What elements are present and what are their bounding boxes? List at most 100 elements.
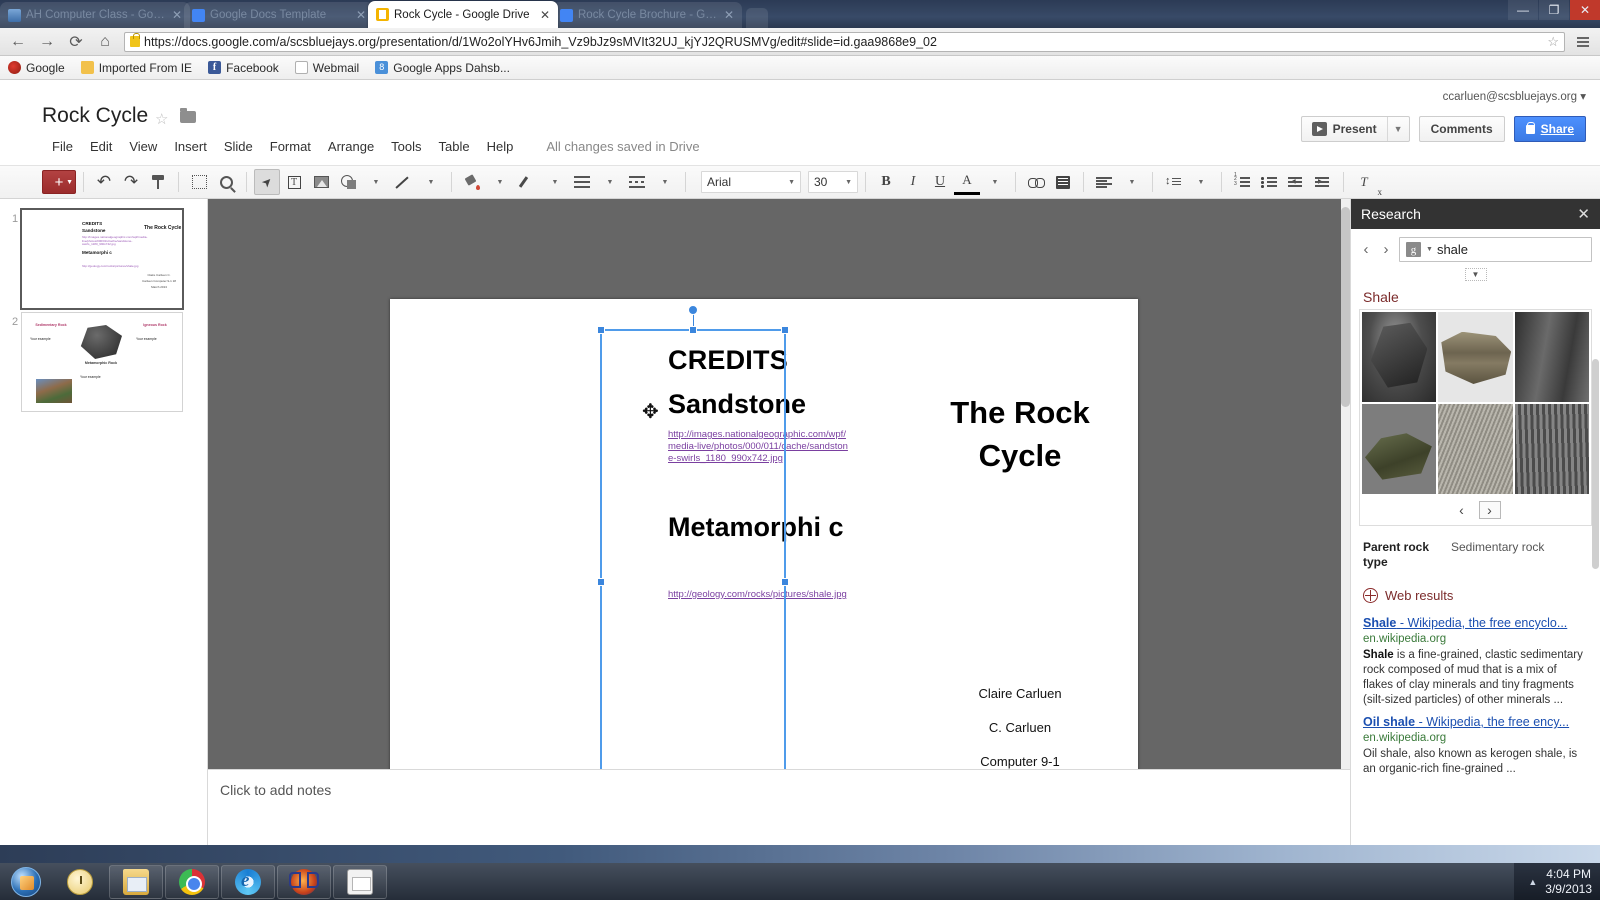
canvas-scrollbar-thumb[interactable] — [1341, 207, 1350, 407]
bulleted-list-icon[interactable] — [1256, 169, 1282, 195]
textcolor-chevron-down-icon[interactable]: ▼ — [982, 169, 1008, 195]
maximize-button[interactable]: ❐ — [1539, 0, 1569, 20]
comments-button[interactable]: Comments — [1419, 116, 1505, 142]
taskbar-item-chrome[interactable] — [165, 865, 219, 899]
close-icon[interactable]: ✕ — [724, 9, 734, 21]
new-tab-button[interactable] — [746, 8, 768, 28]
taskbar-item-media-player[interactable] — [277, 865, 331, 899]
align-icon[interactable] — [1091, 169, 1117, 195]
canvas-scrollbar[interactable] — [1341, 199, 1350, 845]
page-title[interactable]: Rock Cycle — [42, 104, 148, 128]
text-box-icon[interactable]: T — [281, 169, 307, 195]
filmstrip-row-2[interactable]: 2 Sedimentary Rock Your example Metamorp… — [0, 308, 207, 411]
menu-help[interactable]: Help — [479, 136, 522, 157]
menu-edit[interactable]: Edit — [82, 136, 120, 157]
research-image-thumbnail[interactable] — [1515, 404, 1589, 494]
minimize-button[interactable]: — — [1508, 0, 1538, 20]
new-slide-button[interactable]: +▼ — [42, 170, 76, 194]
resize-handle-top-right[interactable] — [781, 326, 789, 334]
fill-color-icon[interactable] — [459, 169, 485, 195]
align-chevron-down-icon[interactable]: ▼ — [1119, 169, 1145, 195]
line-dash-icon[interactable] — [624, 169, 650, 195]
home-icon[interactable]: ⌂ — [95, 32, 115, 52]
menu-tools[interactable]: Tools — [383, 136, 429, 157]
taskbar-item-internet-explorer[interactable] — [221, 865, 275, 899]
bookmark-google[interactable]: Google — [8, 61, 65, 75]
zoom-icon[interactable] — [213, 169, 239, 195]
chevron-down-icon[interactable]: ▼ — [1387, 117, 1409, 141]
redo-icon[interactable] — [118, 169, 144, 195]
taskbar-item-clock-gadget[interactable] — [53, 865, 107, 899]
menu-format[interactable]: Format — [262, 136, 319, 157]
start-button[interactable] — [0, 863, 52, 900]
dash-chevron-down-icon[interactable]: ▼ — [652, 169, 678, 195]
web-result-item[interactable]: Oil shale - Wikipedia, the free ency... … — [1351, 708, 1600, 777]
show-hidden-icons-icon[interactable]: ▲ — [1528, 877, 1537, 887]
menu-table[interactable]: Table — [431, 136, 478, 157]
select-arrow-icon[interactable] — [254, 169, 280, 195]
resize-handle-top-left[interactable] — [597, 326, 605, 334]
slide-thumbnail-2[interactable]: Sedimentary Rock Your example Metamorphi… — [22, 313, 182, 411]
images-prev-button[interactable]: ‹ — [1451, 501, 1473, 519]
research-image-thumbnail[interactable] — [1362, 404, 1436, 494]
taskbar-clock[interactable]: 4:04 PM 3/9/2013 — [1545, 867, 1592, 897]
taskbar-item-file-explorer[interactable] — [109, 865, 163, 899]
close-icon[interactable]: ✕ — [1577, 205, 1590, 223]
prev-arrow-icon[interactable]: ‹ — [1359, 241, 1373, 258]
speaker-notes-area[interactable]: Click to add notes — [208, 769, 1350, 845]
slide-canvas[interactable]: CREDITS Sandstone http://images.national… — [208, 199, 1350, 845]
decrease-indent-icon[interactable] — [1283, 169, 1309, 195]
insert-image-icon[interactable] — [308, 169, 334, 195]
chevron-down-icon[interactable]: ▼ — [1465, 268, 1487, 281]
bookmark-webmail[interactable]: Webmail — [295, 61, 359, 75]
underline-button[interactable]: U — [927, 169, 953, 195]
taskbar-item-folder-window[interactable] — [333, 865, 387, 899]
research-image-thumbnail[interactable] — [1438, 404, 1512, 494]
undo-icon[interactable] — [91, 169, 117, 195]
bookmark-imported-from-ie[interactable]: Imported From IE — [81, 61, 192, 75]
result-title[interactable]: Shale - Wikipedia, the free encyclo... — [1363, 615, 1588, 631]
insert-comment-icon[interactable] — [1050, 169, 1076, 195]
current-slide[interactable]: CREDITS Sandstone http://images.national… — [390, 299, 1138, 845]
result-title[interactable]: Oil shale - Wikipedia, the free ency... — [1363, 714, 1588, 730]
italic-button[interactable]: I — [900, 169, 926, 195]
forward-arrow-icon[interactable]: → — [37, 32, 57, 52]
line-weight-icon[interactable] — [569, 169, 595, 195]
clear-formatting-icon[interactable]: T — [1351, 169, 1377, 195]
rotate-handle-icon[interactable] — [688, 305, 698, 315]
research-scrollbar-thumb[interactable] — [1592, 359, 1599, 569]
selected-text-box[interactable] — [600, 329, 786, 834]
address-bar[interactable]: https://docs.google.com/a/scsbluejays.or… — [124, 32, 1565, 52]
google-search-icon[interactable]: g — [1406, 242, 1421, 257]
hamburger-menu-icon[interactable] — [1574, 33, 1592, 51]
resize-handle-top-middle[interactable] — [689, 326, 697, 334]
menu-slide[interactable]: Slide — [216, 136, 261, 157]
research-search-input[interactable]: g ▼ shale — [1399, 237, 1592, 262]
next-arrow-icon[interactable]: › — [1379, 241, 1393, 258]
browser-tab-4[interactable]: Rock Cycle Brochure - Go... ✕ — [552, 2, 742, 28]
back-arrow-icon[interactable]: ← — [8, 32, 28, 52]
insert-line-icon[interactable] — [390, 169, 416, 195]
research-image-thumbnail[interactable] — [1515, 312, 1589, 402]
close-icon[interactable]: ✕ — [172, 9, 182, 21]
insert-shape-icon[interactable] — [335, 169, 361, 195]
browser-tab-1[interactable]: AH Computer Class - Goo... ✕ — [0, 2, 190, 28]
menu-file[interactable]: File — [44, 136, 81, 157]
close-icon[interactable]: ✕ — [356, 9, 366, 21]
images-next-button[interactable]: › — [1479, 501, 1501, 519]
chevron-down-icon[interactable]: ▼ — [1426, 246, 1433, 253]
resize-handle-middle-left[interactable] — [597, 578, 605, 586]
paint-format-icon[interactable] — [145, 169, 171, 195]
menu-view[interactable]: View — [121, 136, 165, 157]
menu-arrange[interactable]: Arrange — [320, 136, 382, 157]
spacing-chevron-down-icon[interactable]: ▼ — [1188, 169, 1214, 195]
linecolor-chevron-down-icon[interactable]: ▼ — [542, 169, 568, 195]
research-image-thumbnail[interactable] — [1438, 312, 1512, 402]
star-outline-icon[interactable]: ☆ — [155, 110, 168, 128]
bold-button[interactable]: B — [873, 169, 899, 195]
line-chevron-down-icon[interactable]: ▼ — [418, 169, 444, 195]
insert-link-icon[interactable] — [1023, 169, 1049, 195]
move-to-folder-icon[interactable] — [180, 111, 196, 123]
bookmark-star-icon[interactable]: ☆ — [1547, 34, 1559, 50]
line-spacing-icon[interactable] — [1160, 169, 1186, 195]
